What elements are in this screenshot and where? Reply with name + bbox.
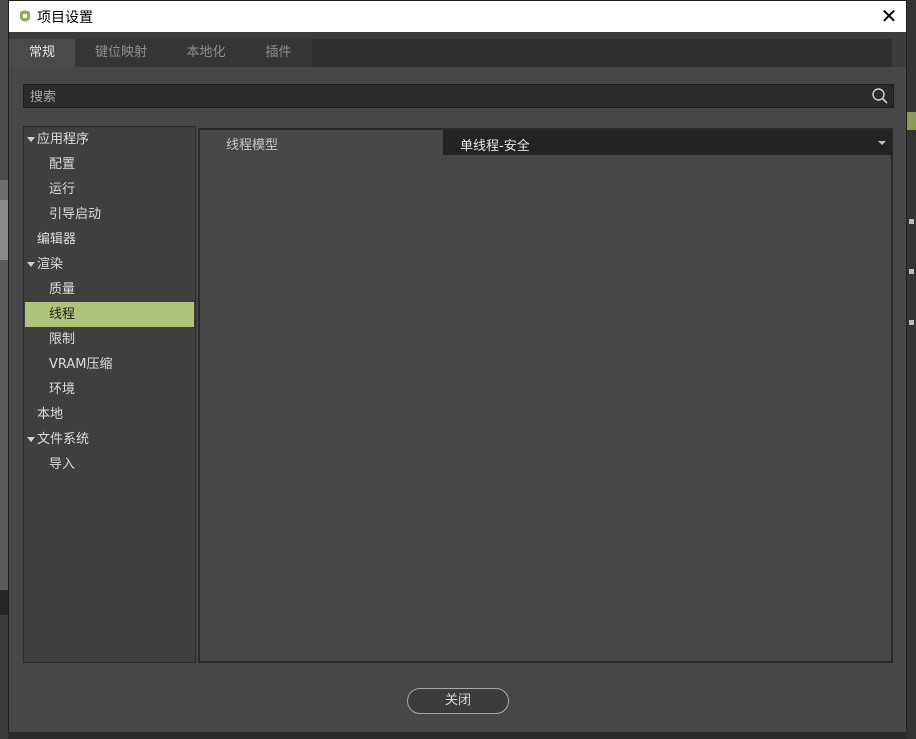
thread-model-dropdown[interactable]: 单线程-安全 bbox=[443, 130, 892, 155]
settings-panel: 应用程序 配置 运行 引导启动 编辑器 渲染 质量 线程 bbox=[9, 67, 906, 732]
tree-item-label: 应用程序 bbox=[37, 132, 90, 147]
project-settings-dialog: 项目设置 ✕ 常规 键位映射 本地化 插件 应用程序 配置 运行 bbox=[8, 0, 907, 732]
thread-model-label: 线程模型 bbox=[226, 138, 279, 153]
expand-arrow-icon[interactable] bbox=[27, 437, 35, 442]
tree-item-rendering[interactable]: 渲染 bbox=[25, 252, 194, 277]
tree-item-config[interactable]: 配置 bbox=[25, 152, 194, 177]
tree-item-boot-splash[interactable]: 引导启动 bbox=[25, 202, 194, 227]
tree-item-label: 文件系统 bbox=[37, 432, 90, 447]
tree-item-threads[interactable]: 线程 bbox=[25, 302, 194, 327]
thread-model-value: 单线程-安全 bbox=[460, 139, 530, 154]
search-box bbox=[23, 84, 894, 109]
app-logo-icon bbox=[20, 10, 30, 22]
close-button[interactable]: 关闭 bbox=[407, 688, 509, 714]
expand-arrow-icon[interactable] bbox=[27, 262, 35, 267]
close-icon[interactable]: ✕ bbox=[876, 4, 902, 30]
tree-item-label: VRAM压缩 bbox=[49, 357, 113, 372]
expand-arrow-icon[interactable] bbox=[27, 137, 35, 142]
title-bar: 项目设置 ✕ bbox=[9, 1, 906, 32]
tree-item-quality[interactable]: 质量 bbox=[25, 277, 194, 302]
dialog-title: 项目设置 bbox=[37, 10, 93, 26]
tree-item-vram-compression[interactable]: VRAM压缩 bbox=[25, 352, 194, 377]
tree-item-application[interactable]: 应用程序 bbox=[25, 127, 194, 152]
tree-item-label: 质量 bbox=[49, 282, 76, 297]
tree-item-label: 限制 bbox=[49, 332, 76, 347]
background-editor-left bbox=[0, 0, 8, 739]
tree-item-environment[interactable]: 环境 bbox=[25, 377, 194, 402]
tab-keymap[interactable]: 键位映射 bbox=[75, 39, 167, 67]
tree-item-label: 环境 bbox=[49, 382, 76, 397]
tree-item-editor[interactable]: 编辑器 bbox=[25, 227, 194, 252]
tree-item-import[interactable]: 导入 bbox=[25, 452, 194, 477]
tree-item-label: 本地 bbox=[37, 407, 64, 422]
tree-item-label: 配置 bbox=[49, 157, 76, 172]
tree-item-label: 导入 bbox=[49, 457, 76, 472]
tab-localization[interactable]: 本地化 bbox=[167, 39, 245, 67]
tree-item-label: 渲染 bbox=[37, 257, 64, 272]
tree-item-label: 运行 bbox=[49, 182, 76, 197]
settings-content: 线程模型 单线程-安全 bbox=[198, 128, 893, 663]
tree-item-local[interactable]: 本地 bbox=[25, 402, 194, 427]
tree-item-label: 线程 bbox=[49, 307, 76, 322]
tab-general[interactable]: 常规 bbox=[9, 39, 75, 67]
tab-plugins[interactable]: 插件 bbox=[245, 39, 312, 67]
background-editor-right bbox=[907, 0, 916, 739]
tab-strip-filler bbox=[312, 39, 892, 67]
search-input[interactable] bbox=[28, 85, 852, 109]
tree-item-label: 编辑器 bbox=[37, 232, 77, 247]
tree-item-label: 引导启动 bbox=[49, 207, 102, 222]
dropdown-arrow-icon bbox=[878, 141, 886, 145]
tree-item-limits[interactable]: 限制 bbox=[25, 327, 194, 352]
settings-category-tree: 应用程序 配置 运行 引导启动 编辑器 渲染 质量 线程 限制 VRAM压缩 环… bbox=[23, 126, 196, 663]
tree-item-run[interactable]: 运行 bbox=[25, 177, 194, 202]
tree-item-filesystem[interactable]: 文件系统 bbox=[25, 427, 194, 452]
search-icon[interactable] bbox=[871, 87, 889, 105]
